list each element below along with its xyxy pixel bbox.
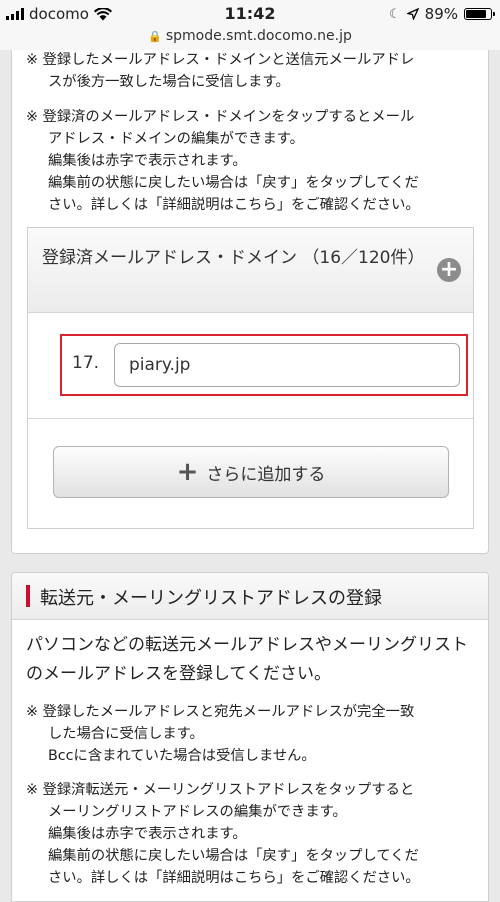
note-line: Bccに含まれていた場合は受信しません。 bbox=[48, 748, 316, 764]
url-bar[interactable]: 🔒 spmode.smt.docomo.ne.jp bbox=[0, 28, 500, 50]
note-line: アドレス・ドメインの編集ができます。 bbox=[48, 131, 304, 147]
note-line: 編集前の状態に戻したい場合は「戻す」をタップしてくだ bbox=[48, 848, 419, 864]
status-bar: docomo 11:42 ☾ 89% bbox=[0, 0, 500, 28]
domain-settings-card: ※ 登録したメールアドレス・ドメインと送信元メールアドレ スが後方一致した場合に… bbox=[11, 50, 489, 554]
location-arrow-icon bbox=[406, 8, 419, 20]
expand-plus-icon[interactable]: + bbox=[437, 258, 461, 282]
section-title: 転送元・メーリングリストアドレスの登録 bbox=[40, 588, 382, 609]
new-entry-row: 17. bbox=[60, 334, 468, 396]
domain-input[interactable] bbox=[114, 343, 460, 387]
plus-icon: + bbox=[176, 457, 199, 487]
add-more-label: さらに追加する bbox=[206, 464, 326, 485]
add-more-button[interactable]: + さらに追加する bbox=[53, 446, 449, 498]
registered-domains-header[interactable]: 登録済メールアドレス・ドメイン （16／120件） + bbox=[28, 228, 473, 313]
status-right: ☾ 89% bbox=[389, 5, 495, 23]
note-line: 編集前の状態に戻したい場合は「戻す」をタップしてくだ bbox=[48, 175, 419, 191]
registered-domains-panel: 登録済メールアドレス・ドメイン （16／120件） + 17. + さらに追加す… bbox=[27, 227, 474, 529]
entry-number: 17. bbox=[72, 353, 100, 373]
note-line: 編集後は赤字で表示されます。 bbox=[48, 153, 247, 169]
url-text: spmode.smt.docomo.ne.jp bbox=[165, 28, 352, 44]
note-line: さい。詳しくは「詳細説明はこちら」をご確認ください。 bbox=[48, 870, 420, 886]
moon-icon: ☾ bbox=[389, 6, 401, 22]
note-line: ※ 登録したメールアドレス・ドメインと送信元メールアドレ bbox=[26, 52, 415, 68]
divider bbox=[28, 418, 473, 419]
battery-percent: 89% bbox=[424, 5, 458, 23]
lock-icon: 🔒 bbox=[148, 30, 162, 43]
note-line: ※ 登録済転送元・メーリングリストアドレスをタップすると bbox=[26, 782, 415, 798]
section-intro: パソコンなどの転送元メールアドレスやメーリングリストのメールアドレスを登録してく… bbox=[26, 635, 468, 684]
note-line: メーリングリストアドレスの編集ができます。 bbox=[48, 804, 347, 820]
registered-domains-title: 登録済メールアドレス・ドメイン （16／120件） bbox=[42, 248, 425, 268]
note-line: した場合に受信します。 bbox=[48, 726, 204, 742]
section-header: 転送元・メーリングリストアドレスの登録 bbox=[12, 573, 488, 620]
note-line: ※ 登録済のメールアドレス・ドメインをタップするとメール bbox=[26, 109, 415, 125]
note-line: さい。詳しくは「詳細説明はこちら」をご確認ください。 bbox=[48, 197, 420, 213]
note-line: スが後方一致した場合に受信します。 bbox=[48, 74, 290, 90]
note-line: ※ 登録したメールアドレスと宛先メールアドレスが完全一致 bbox=[26, 704, 415, 720]
battery-icon bbox=[464, 8, 495, 20]
section-accent-bar bbox=[26, 585, 30, 607]
forwarding-address-card: 転送元・メーリングリストアドレスの登録 パソコンなどの転送元メールアドレスやメー… bbox=[11, 572, 489, 902]
note-line: 編集後は赤字で表示されます。 bbox=[48, 826, 247, 842]
